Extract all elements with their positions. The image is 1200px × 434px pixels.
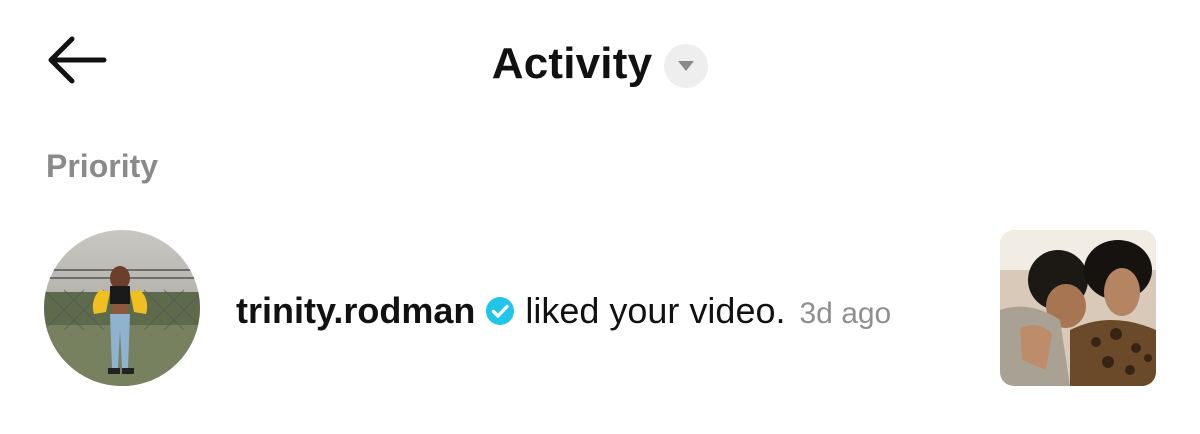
title-group: Activity xyxy=(0,34,1200,94)
header: Activity xyxy=(0,0,1200,130)
caret-down-icon xyxy=(678,61,695,71)
notification-action: liked your video. xyxy=(525,290,786,331)
avatar-photo xyxy=(44,230,200,386)
username-link[interactable]: trinity.rodman xyxy=(236,287,475,335)
activity-filter-dropdown[interactable] xyxy=(664,44,709,88)
page-title: Activity xyxy=(491,39,653,88)
avatar[interactable] xyxy=(44,230,200,386)
notification-timestamp: 3d ago xyxy=(799,297,892,330)
video-thumbnail[interactable] xyxy=(1000,230,1156,386)
activity-item[interactable]: trinity.rodman liked your video. 3d ago xyxy=(0,228,1200,388)
section-label-priority: Priority xyxy=(46,148,159,184)
verified-badge-icon xyxy=(485,296,515,326)
notification-text: trinity.rodman liked your video. 3d ago xyxy=(236,284,891,338)
video-thumbnail-image xyxy=(1000,230,1156,386)
